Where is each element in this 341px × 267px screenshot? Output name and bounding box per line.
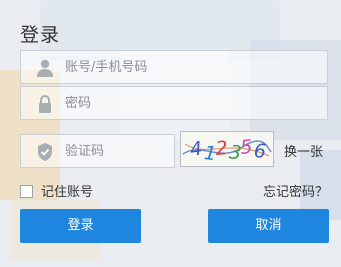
remember-account-checkbox[interactable]: 记住账号 bbox=[20, 181, 93, 200]
captcha-field-container bbox=[20, 134, 175, 168]
captcha-input[interactable] bbox=[65, 135, 165, 167]
username-input[interactable] bbox=[65, 51, 315, 83]
forgot-password-link[interactable]: 忘记密码？ bbox=[263, 181, 328, 200]
captcha-image[interactable]: 412356 bbox=[180, 131, 274, 167]
password-input[interactable] bbox=[65, 87, 315, 119]
remember-label: 记住账号 bbox=[41, 185, 94, 200]
user-icon bbox=[37, 59, 53, 77]
password-field-container bbox=[20, 86, 328, 120]
captcha-char: 4 bbox=[189, 137, 204, 160]
refresh-captcha-link[interactable]: 换一张 bbox=[284, 141, 323, 160]
shield-icon bbox=[38, 143, 52, 161]
captcha-char: 6 bbox=[253, 140, 267, 163]
captcha-graphic: 4 12 35 6 bbox=[182, 136, 272, 165]
login-button[interactable]: 登录 bbox=[20, 209, 141, 243]
checkbox-box[interactable] bbox=[20, 185, 33, 198]
captcha-char: 2 bbox=[215, 137, 229, 160]
username-field-container bbox=[20, 50, 328, 84]
captcha-char: 5 bbox=[239, 136, 253, 159]
lock-icon bbox=[39, 95, 51, 113]
page-title: 登录 bbox=[20, 24, 61, 46]
cancel-button[interactable]: 取消 bbox=[208, 209, 329, 243]
